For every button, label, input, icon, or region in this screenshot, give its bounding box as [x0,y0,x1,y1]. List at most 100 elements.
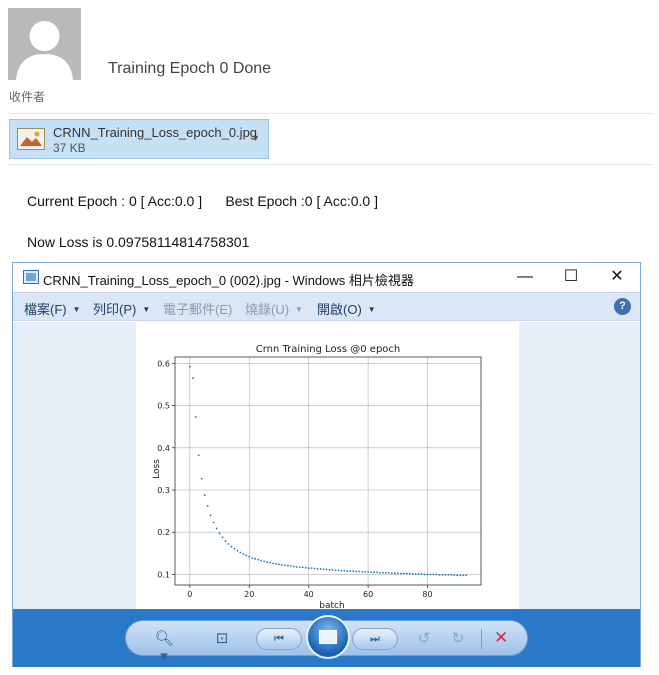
data-point [209,514,212,517]
data-point [298,566,301,569]
actual-size-icon[interactable]: ⊡ [210,629,234,647]
recipient-label[interactable]: 收件者 [9,88,45,105]
data-point [194,416,197,418]
slideshow-icon[interactable] [306,615,350,659]
data-point [456,574,459,577]
viewer-titlebar[interactable]: CRNN_Training_Loss_epoch_0 (002).jpg - W… [13,263,640,292]
y-tick-label: 0.5 [157,402,170,411]
data-point [272,562,274,565]
data-point [405,572,408,575]
viewer-title: CRNN_Training_Loss_epoch_0 (002).jpg - W… [43,273,414,288]
menu-email[interactable]: 電子郵件(E) [163,299,232,318]
chevron-down-icon[interactable]: ▼ [251,133,260,143]
data-point [275,562,277,565]
data-point [200,477,203,480]
x-tick-label: 0 [187,590,192,599]
data-point [379,571,381,574]
data-point [370,571,372,574]
viewer-controls: 🔍︎▾ ⊡ ⏮ ⏭ ↺ ↻ ✕ [125,615,528,665]
data-point [295,565,298,568]
data-point [307,567,310,570]
data-point [399,572,402,575]
menu-open[interactable]: 開啟(O) ▼ [317,299,376,318]
data-point [459,574,462,577]
data-point [349,570,352,572]
image-file-icon [17,128,45,150]
viewer-menubar: 檔案(F) ▼ 列印(P) ▼ 電子郵件(E) 燒錄(U) ▼ 開啟(O) ▼ ? [13,292,640,321]
menu-burn[interactable]: 燒錄(U) ▼ [245,299,303,318]
email-body-loss: Now Loss is 0.09758114814758301 [27,234,250,250]
menu-file[interactable]: 檔案(F) ▼ [24,299,81,318]
email-body-epoch: Current Epoch : 0 [ Acc:0.0 ] Best Epoch… [27,193,378,209]
data-point [420,573,423,575]
y-axis-label: Loss [152,459,162,479]
data-point [331,568,334,571]
data-point [215,527,218,530]
toolbar-separator [481,629,482,649]
slideshow-inner [319,630,337,644]
data-point [242,553,245,556]
data-point [450,573,453,576]
chevron-down-icon: ▼ [142,305,151,314]
y-tick-label: 0.3 [157,486,170,495]
viewer-toolbar: 🔍︎▾ ⊡ ⏮ ⏭ ↺ ↻ ✕ [13,609,640,667]
x-tick-label: 60 [363,590,373,599]
data-point [447,573,450,576]
data-point [423,573,426,576]
data-point [227,543,230,545]
photo-viewer-app-icon [23,270,39,284]
data-point [292,565,295,568]
zoom-icon[interactable]: 🔍︎▾ [152,629,176,665]
y-tick-label: 0.6 [157,359,170,368]
y-tick-label: 0.4 [157,444,170,453]
chevron-down-icon: ▼ [295,305,303,314]
data-point [435,573,438,576]
next-icon[interactable]: ⏭ [352,628,398,650]
data-point [301,566,304,569]
rotate-counterclockwise-icon[interactable]: ↺ [412,629,436,647]
data-point [257,558,260,561]
data-point [239,551,242,554]
data-point [346,570,349,572]
data-point [402,572,405,575]
attachment-size: 37 KB [53,141,86,155]
data-point [340,569,343,572]
data-point [289,565,292,567]
data-point [236,549,239,552]
data-point [263,560,266,563]
plot-frame [174,356,482,586]
data-point [438,573,441,576]
data-point [233,547,236,550]
x-axis-label: batch [319,601,344,609]
data-point [304,566,307,569]
y-tick-label: 0.2 [157,528,170,537]
data-point [376,571,378,574]
data-point [453,574,456,577]
data-point [254,557,257,560]
data-point [328,568,331,571]
previous-icon[interactable]: ⏮ [256,628,302,650]
close-button[interactable]: ✕ [594,263,640,292]
delete-icon[interactable]: ✕ [494,628,508,648]
data-point [432,573,435,576]
data-point [367,571,370,573]
help-icon[interactable]: ? [614,298,631,315]
maximize-button[interactable]: ☐ [548,263,594,292]
data-point [206,505,209,507]
x-tick-label: 20 [244,590,254,599]
displayed-image: Crnn Training Loss @0 epoch batch Loss 0… [136,322,519,611]
data-point [266,561,268,564]
x-tick-label: 80 [422,590,432,599]
header-divider [8,113,653,114]
data-point [281,563,283,566]
attachment-item[interactable]: CRNN_Training_Loss_epoch_0.jpg 37 KB ▼ [9,119,269,159]
photo-viewer-window: CRNN_Training_Loss_epoch_0 (002).jpg - W… [12,262,641,667]
data-point [426,573,429,576]
data-point [361,571,364,573]
menu-print[interactable]: 列印(P) ▼ [93,299,150,318]
minimize-button[interactable]: — [502,263,548,292]
data-point [212,521,215,524]
x-tick-label: 40 [304,590,314,599]
rotate-clockwise-icon[interactable]: ↻ [446,629,470,647]
data-point [203,494,206,496]
